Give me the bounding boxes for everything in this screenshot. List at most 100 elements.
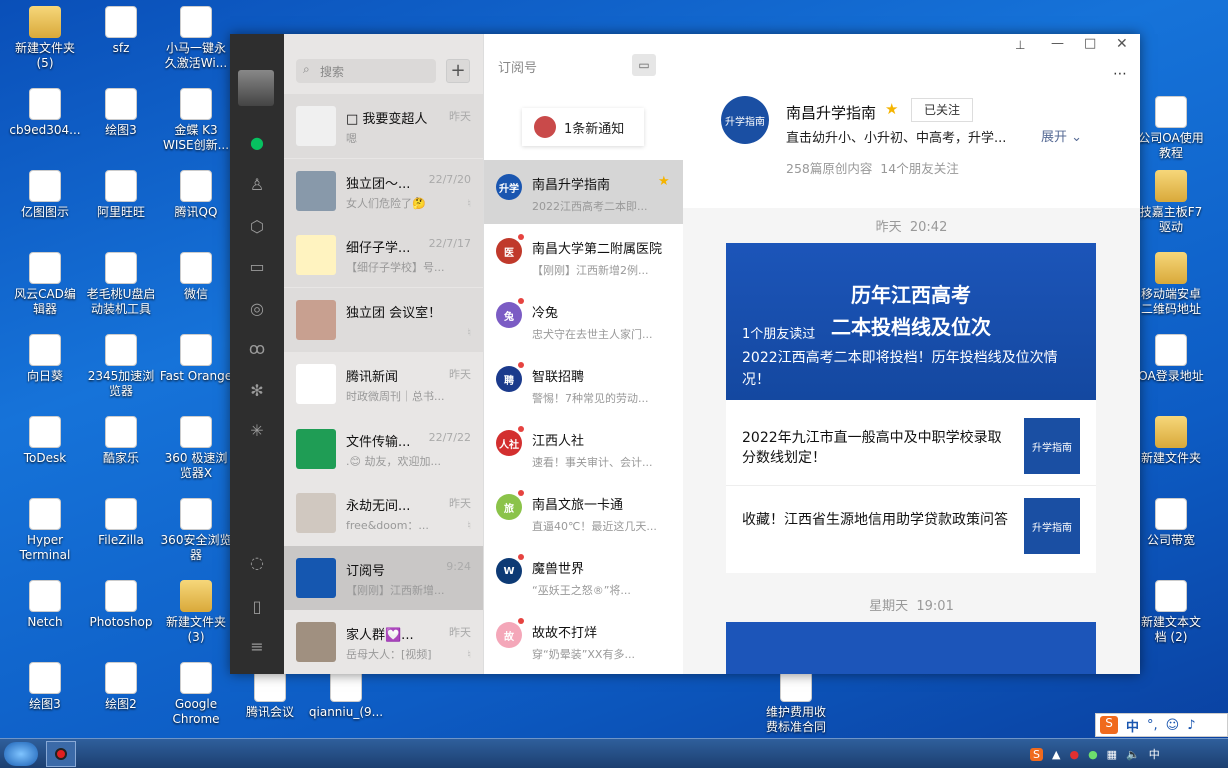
subscription-item[interactable]: 旅 南昌文旅一卡通 直逼40℃！最近这几天... [484, 480, 683, 544]
desktop-icon[interactable]: Photoshop [81, 580, 161, 630]
list-item[interactable]: 2022年九江市直一般高中及中职学校录取分数线划定！ 升学指南 [726, 400, 1096, 486]
article-card[interactable]: 历年江西高考 二本投档线及位次 1个朋友读过 2022江西高考二本即将投档！历年… [726, 243, 1096, 573]
chat-item[interactable]: 独立团 会议室！！ ♮ [284, 287, 483, 352]
desktop-icon[interactable]: FileZilla [81, 498, 161, 548]
more-icon[interactable]: ⋯ [1113, 66, 1127, 82]
chat-item[interactable]: 家人群💟... 昨天 岳母大人：[视频] ♮ [284, 610, 483, 674]
desktop-icon[interactable]: 亿图图示 [5, 170, 85, 220]
desktop-icon[interactable]: 新建文件夹 [1131, 416, 1211, 466]
desktop-icon-label: 新建文本文 档 (2) [1140, 615, 1201, 644]
wechat-tray-icon[interactable]: ● [1088, 748, 1098, 761]
desktop-icon[interactable]: 绘图3 [5, 662, 85, 712]
article-card[interactable] [726, 622, 1096, 674]
desktop-icon[interactable]: 腾讯会议 [230, 670, 310, 720]
ime-indicator[interactable]: 中 [1149, 746, 1160, 762]
desktop-icon[interactable]: 新建文件夹 (5) [5, 6, 85, 71]
desktop-icon[interactable]: 公司带宽 [1131, 498, 1211, 548]
look-icon[interactable]: ✻ [245, 378, 269, 402]
desktop-icon[interactable]: 腾讯QQ [156, 170, 236, 220]
chat-name: □ 我要变超人 [346, 112, 428, 127]
chat-item[interactable]: 细仔子学... 22/7/17 【细仔子学校】号... [284, 223, 483, 287]
ime-toolbar[interactable]: S 中 °, ☺ ♪ [1095, 713, 1228, 737]
pin-icon[interactable]: ⊥ [1015, 38, 1025, 52]
moments-icon[interactable]: ◎ [245, 296, 269, 320]
desktop-icon[interactable]: OA登录地址 [1131, 334, 1211, 384]
subscription-item[interactable]: 升学 南昌升学指南 ★ 2022江西高考二本即... [484, 160, 683, 224]
subscription-item[interactable]: 兔 冷兔 忠犬守在去世主人家门... [484, 288, 683, 352]
user-avatar[interactable] [238, 70, 274, 106]
desktop-icon[interactable]: 维护费用收 费标准合同 [756, 670, 836, 735]
tray-expand-icon[interactable]: ▲ [1052, 748, 1060, 761]
desktop-icon[interactable]: 公司OA使用 教程 [1131, 96, 1211, 161]
notice-bar[interactable]: 1条新通知 [522, 108, 644, 146]
desktop-icon[interactable]: 移动端安卓 二维码地址 [1131, 252, 1211, 317]
desktop-icon[interactable]: 阿里旺旺 [81, 170, 161, 220]
chat-item[interactable]: 腾讯新闻 昨天 时政微周刊｜总书... [284, 352, 483, 416]
chat-item[interactable]: □ 我要变超人 昨天 嗯 [284, 94, 483, 158]
desktop-icon[interactable]: 360 极速浏 览器X [156, 416, 236, 481]
network-icon[interactable]: ▦ [1107, 748, 1117, 761]
desktop-icon[interactable]: 小马一键永 久激活Wi... [156, 6, 236, 71]
chat-item[interactable]: 独立团～... 22/7/20 女人们危险了🤔 ♮ [284, 158, 483, 223]
collection-icon[interactable]: ⬡ [245, 214, 269, 238]
chat-item[interactable]: 订阅号 9:24 【刚刚】江西新增... [284, 545, 483, 610]
chat-item[interactable]: 文件传输... 22/7/22 .😊 劫友，欢迎加... [284, 417, 483, 481]
sogou-icon[interactable]: S [1030, 747, 1043, 761]
subscription-item[interactable]: 人社 江西人社 速看！事关审计、会计... [484, 416, 683, 480]
start-button[interactable] [4, 742, 38, 766]
desktop-icon[interactable]: 老毛桃U盘启 动装机工具 [81, 252, 161, 317]
desktop-icon[interactable]: 酷家乐 [81, 416, 161, 466]
desktop-icon[interactable]: 绘图2 [81, 662, 161, 712]
desktop-icon[interactable]: 金蝶 K3 WISE创新... [156, 88, 236, 153]
folder-icon[interactable]: ▭ [245, 254, 269, 278]
window-mode-icon[interactable]: ▭ [632, 54, 656, 76]
mic-icon[interactable]: ♪ [1187, 718, 1195, 733]
search-input[interactable]: ⌕ 搜索 [296, 59, 436, 83]
desktop-icon[interactable]: cb9ed304... [5, 88, 85, 138]
close-button[interactable]: ✕ [1116, 36, 1128, 52]
subscription-item[interactable]: 医 南昌大学第二附属医院 【刚刚】江西新增2例... [484, 224, 683, 288]
subscription-item[interactable]: 故 故故不打烊 穿“奶晕装”XX有多... [484, 608, 683, 672]
mini-program-icon[interactable]: ◌ [245, 550, 269, 574]
article-banner[interactable]: 历年江西高考 二本投档线及位次 1个朋友读过 2022江西高考二本即将投档！历年… [726, 243, 1096, 400]
record-tray-icon[interactable]: ● [1069, 748, 1079, 761]
desktop-icon[interactable]: Netch [5, 580, 85, 630]
desktop-icon[interactable]: 微信 [156, 252, 236, 302]
desktop-icon[interactable]: Hyper Terminal [5, 498, 85, 563]
desktop-icon[interactable]: Fast Orange [156, 334, 236, 384]
phone-icon[interactable]: ▯ [245, 594, 269, 618]
account-logo[interactable]: 升学指南 [721, 96, 769, 144]
desktop-icon[interactable]: 向日葵 [5, 334, 85, 384]
desktop-icon[interactable]: ToDesk [5, 416, 85, 466]
subscription-item[interactable]: W 魔兽世界 “巫妖王之怒®”将... [484, 544, 683, 608]
desktop-icon[interactable]: 2345加速浏 览器 [81, 334, 161, 399]
volume-icon[interactable]: 🔈 [1126, 748, 1140, 761]
subscription-item[interactable]: 聘 智联招聘 警惕！7种常见的劳动... [484, 352, 683, 416]
desktop-icon[interactable]: 风云CAD编 辑器 [5, 252, 85, 317]
chat-icon[interactable]: ● [245, 130, 269, 154]
ime-mode[interactable]: 中 [1126, 716, 1139, 735]
emoji-icon[interactable]: ☺ [1166, 718, 1180, 733]
add-button[interactable]: + [446, 59, 470, 83]
desktop-icon[interactable]: 新建文件夹 (3) [156, 580, 236, 645]
search-feature-icon[interactable]: ✳ [245, 418, 269, 442]
desktop-icon[interactable]: 360安全浏览 器 [156, 498, 236, 563]
desktop-icon[interactable]: qianniu_(9... [306, 670, 386, 720]
star-icon[interactable]: ★ [885, 100, 898, 118]
desktop-icon[interactable]: 新建文本文 档 (2) [1131, 580, 1211, 645]
maximize-button[interactable]: □ [1084, 36, 1096, 51]
desktop-icon[interactable]: 绘图3 [81, 88, 161, 138]
list-item[interactable]: 收藏！江西省生源地信用助学贷款政策问答 升学指南 [726, 486, 1096, 572]
chat-item[interactable]: 永劫无间... 昨天 free&doom：... ♮ [284, 481, 483, 545]
contacts-icon[interactable]: ♙ [245, 172, 269, 196]
desktop-icon[interactable]: 技嘉主板F7 驱动 [1131, 170, 1211, 235]
menu-icon[interactable]: ≡ [245, 634, 269, 658]
desktop-icon[interactable]: sfz [81, 6, 161, 56]
video-channel-icon[interactable]: ꝏ [245, 336, 269, 360]
taskbar-record-app[interactable] [46, 741, 76, 767]
desktop-icon[interactable]: Google Chrome [156, 662, 236, 727]
punctuation-icon[interactable]: °, [1147, 718, 1158, 733]
minimize-button[interactable]: — [1051, 36, 1064, 51]
follow-button[interactable]: 已关注 [911, 98, 973, 122]
expand-link[interactable]: 展开 ⌄ [1041, 126, 1082, 145]
